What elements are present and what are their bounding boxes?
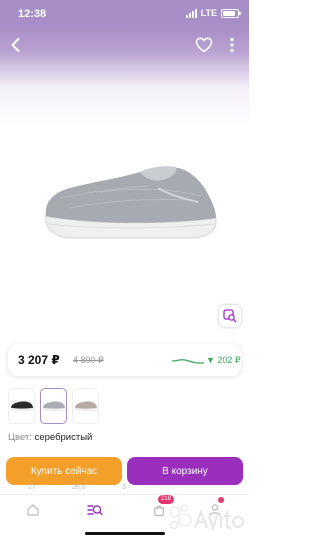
signal-icon	[185, 8, 197, 18]
catalog-search-icon	[87, 505, 103, 516]
nav-home[interactable]	[22, 499, 44, 521]
chevron-left-icon	[11, 38, 20, 52]
product-gallery[interactable]	[0, 28, 249, 336]
price-card[interactable]: 3 207 ₽ 4 890 ₽ ▼ 202 ₽	[8, 344, 241, 376]
bag-icon	[153, 505, 165, 517]
price-trend-icon	[171, 359, 204, 364]
battery-icon	[221, 8, 241, 18]
add-to-cart-button[interactable]: В корзину	[127, 457, 243, 485]
size-item[interactable]: 27	[28, 484, 36, 491]
product-image[interactable]	[40, 158, 220, 248]
status-indicators: LTE	[185, 8, 241, 18]
swatch-black[interactable]	[8, 388, 35, 424]
nav-catalog-search[interactable]	[84, 499, 106, 521]
buy-now-button[interactable]: Купить сейчас	[6, 457, 122, 485]
price-drop: ▼ 202 ₽	[206, 355, 241, 365]
home-icon	[27, 504, 39, 516]
back-button[interactable]	[6, 35, 26, 55]
shoe-thumbnail-icon	[74, 401, 97, 411]
favorite-button[interactable]	[194, 35, 214, 55]
network-type: LTE	[200, 8, 217, 18]
status-bar: 12:38 LTE	[0, 0, 249, 28]
color-info: Цвет: серебристый	[8, 432, 92, 443]
current-price: 3 207 ₽	[18, 353, 60, 367]
shoe-thumbnail-icon	[42, 401, 65, 411]
find-similar-button[interactable]	[219, 305, 241, 327]
shoe-thumbnail-icon	[10, 401, 33, 411]
status-time: 12:38	[18, 8, 47, 20]
old-price: 4 890 ₽	[73, 355, 104, 365]
heart-icon	[195, 37, 213, 53]
swatch-silver[interactable]	[40, 388, 67, 424]
size-item[interactable]: 3	[122, 484, 126, 491]
swatch-beige[interactable]	[72, 388, 99, 424]
ellipsis-icon	[230, 37, 234, 53]
avito-watermark-logo	[169, 504, 245, 532]
color-label: Цвет:	[8, 432, 32, 443]
home-indicator[interactable]	[85, 532, 165, 535]
image-search-icon	[223, 309, 237, 323]
more-options-button[interactable]	[222, 35, 242, 55]
color-swatches	[8, 388, 99, 424]
purchase-actions: Купить сейчас В корзину	[0, 457, 249, 485]
size-item[interactable]: 26,5	[72, 484, 86, 491]
color-value: серебристый	[34, 432, 93, 443]
